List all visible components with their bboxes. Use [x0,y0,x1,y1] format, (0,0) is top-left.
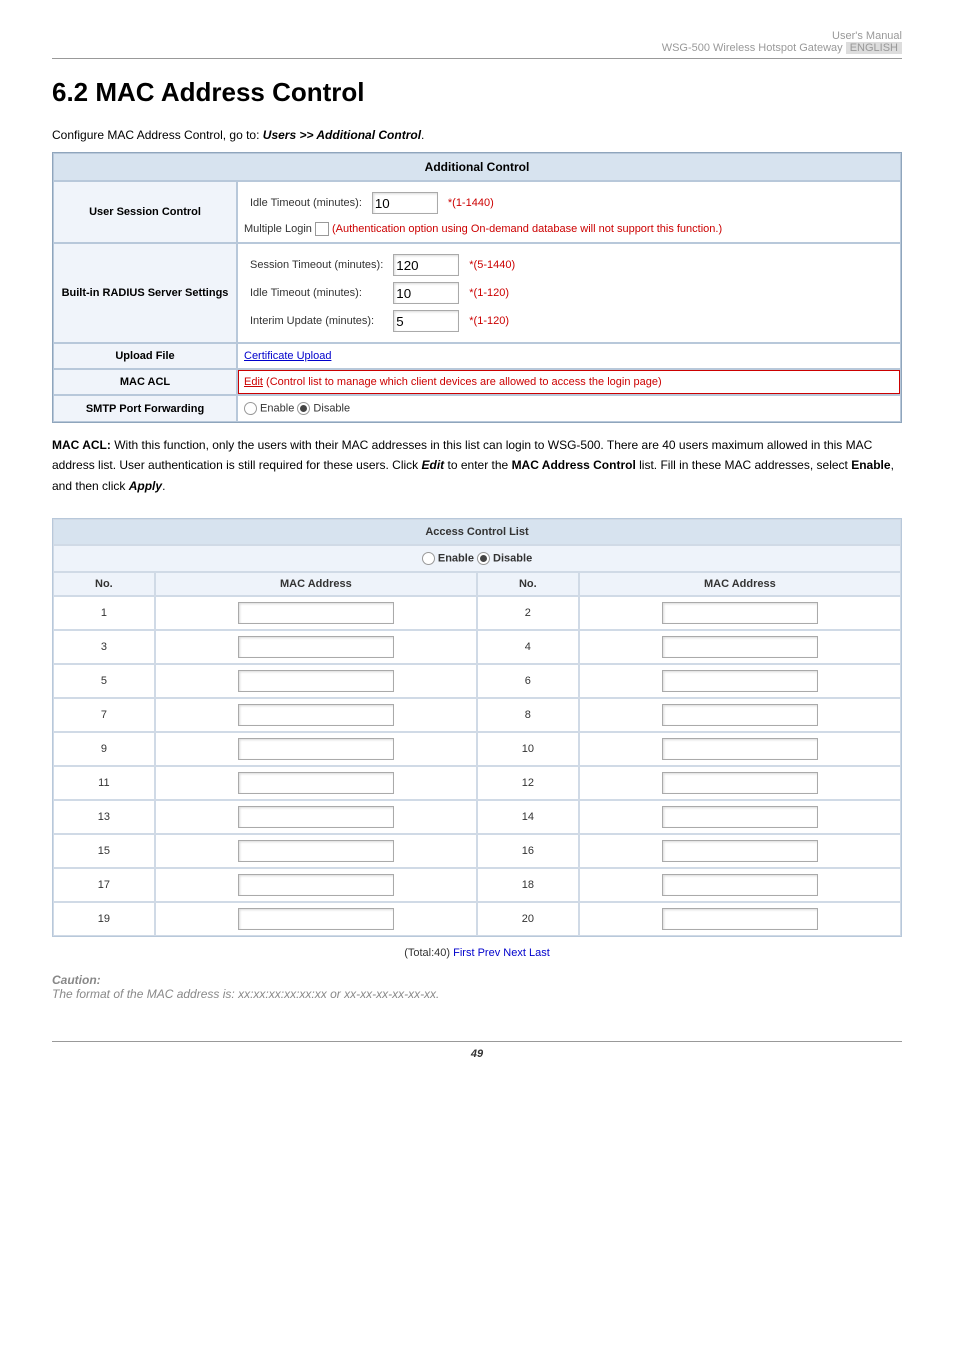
acl-mac-input[interactable] [662,602,818,624]
acl-no: 9 [53,732,155,766]
pager-last[interactable]: Last [529,947,550,959]
session-timeout-input[interactable] [393,254,459,276]
acl-mac-input[interactable] [662,806,818,828]
acl-mac-input[interactable] [238,670,394,692]
pager-prev[interactable]: Prev [478,947,501,959]
acl-no: 3 [53,630,155,664]
mac-acl-hint: (Control list to manage which client dev… [263,376,662,388]
multiple-login-hint: (Authentication option using On-demand d… [332,223,722,235]
acl-mac-input[interactable] [238,738,394,760]
acl-no: 18 [477,868,579,902]
acl-no: 5 [53,664,155,698]
pager-next[interactable]: Next [503,947,526,959]
session-timeout-label: Session Timeout (minutes): [246,252,387,278]
acl-no: 16 [477,834,579,868]
acl-mac-input[interactable] [238,772,394,794]
acl-mac-input[interactable] [662,704,818,726]
mac-acl-edit-link[interactable]: Edit [244,376,263,388]
user-session-control-label: User Session Control [53,181,237,243]
acl-col-mac-1: MAC Address [155,572,477,596]
caution-block: Caution: The format of the MAC address i… [52,973,902,1001]
acl-col-no-2: No. [477,572,579,596]
acl-mac-input[interactable] [662,840,818,862]
pager: (Total:40) First Prev Next Last [52,947,902,959]
interim-update-input[interactable] [393,310,459,332]
upload-file-label: Upload File [53,343,237,369]
acl-no: 17 [53,868,155,902]
acl-mac-input[interactable] [238,874,394,896]
multiple-login-checkbox[interactable] [315,222,329,236]
acl-no: 2 [477,596,579,630]
smtp-disable-label: Disable [310,402,350,414]
acl-no: 14 [477,800,579,834]
smtp-forwarding-label: SMTP Port Forwarding [53,395,237,422]
acl-no: 7 [53,698,155,732]
acl-enable-row: Enable Disable [53,545,901,572]
acl-enable-radio[interactable] [422,552,435,565]
radius-idle-timeout-hint: *(1-120) [465,280,519,306]
acl-mac-input[interactable] [238,806,394,828]
interim-update-hint: *(1-120) [465,308,519,334]
certificate-upload-link[interactable]: Certificate Upload [244,350,331,362]
acl-no: 6 [477,664,579,698]
acl-title: Access Control List [53,519,901,545]
acl-col-no-1: No. [53,572,155,596]
acl-mac-input[interactable] [662,772,818,794]
acl-col-mac-2: MAC Address [579,572,901,596]
acl-no: 8 [477,698,579,732]
idle-timeout-label: Idle Timeout (minutes): [246,190,366,216]
acl-mac-input[interactable] [662,908,818,930]
additional-control-table: Additional Control User Session Control … [52,152,902,423]
header-line2: WSG-500 Wireless Hotspot Gateway ENGLISH [52,42,902,54]
session-timeout-hint: *(5-1440) [465,252,519,278]
smtp-enable-radio[interactable] [244,402,257,415]
acl-mac-input[interactable] [662,874,818,896]
smtp-enable-label: Enable [257,402,297,414]
radius-settings-label: Built-in RADIUS Server Settings [53,243,237,343]
access-control-list-table: Access Control List Enable Disable No. M… [52,518,902,937]
additional-control-title: Additional Control [53,153,901,181]
page-title: 6.2 MAC Address Control [52,77,902,108]
acl-mac-input[interactable] [238,908,394,930]
acl-mac-input[interactable] [662,670,818,692]
page-number: 49 [52,1041,902,1060]
acl-mac-input[interactable] [662,636,818,658]
radius-idle-timeout-input[interactable] [393,282,459,304]
acl-mac-input[interactable] [238,602,394,624]
radius-idle-timeout-label: Idle Timeout (minutes): [246,280,387,306]
header-line1: User's Manual [52,30,902,42]
interim-update-label: Interim Update (minutes): [246,308,387,334]
idle-timeout-hint: *(1-1440) [444,190,498,216]
acl-mac-input[interactable] [238,636,394,658]
pager-first[interactable]: First [453,947,474,959]
acl-mac-input[interactable] [662,738,818,760]
configure-path: Configure MAC Address Control, go to: Us… [52,128,902,142]
acl-mac-input[interactable] [238,840,394,862]
acl-mac-input[interactable] [238,704,394,726]
acl-no: 11 [53,766,155,800]
acl-no: 12 [477,766,579,800]
acl-no: 4 [477,630,579,664]
acl-no: 19 [53,902,155,936]
acl-no: 1 [53,596,155,630]
acl-no: 20 [477,902,579,936]
acl-no: 10 [477,732,579,766]
mac-acl-label: MAC ACL [53,369,237,395]
acl-no: 15 [53,834,155,868]
idle-timeout-input[interactable] [372,192,438,214]
mac-acl-description: MAC ACL: With this function, only the us… [52,435,902,496]
page-header: User's Manual WSG-500 Wireless Hotspot G… [52,30,902,59]
multiple-login-label: Multiple Login [244,223,315,235]
acl-disable-radio[interactable] [477,552,490,565]
smtp-disable-radio[interactable] [297,402,310,415]
acl-no: 13 [53,800,155,834]
